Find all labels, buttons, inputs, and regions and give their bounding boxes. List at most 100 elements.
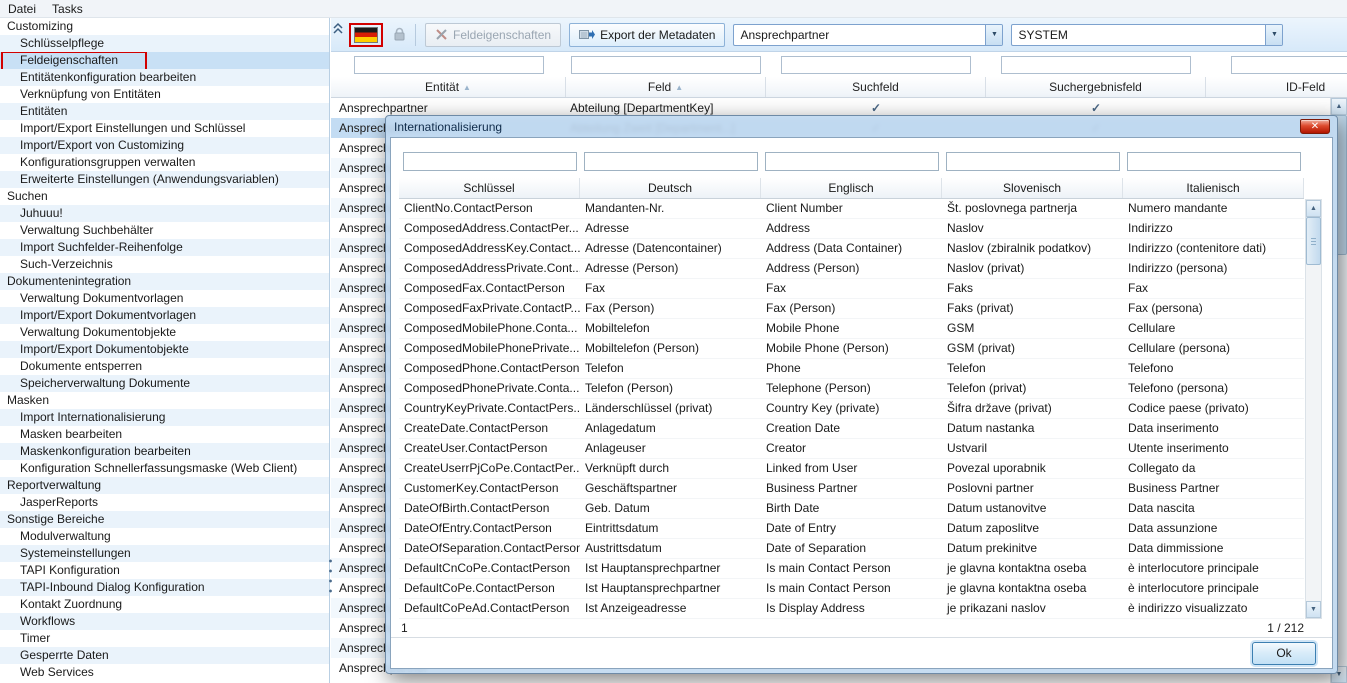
sidebar-item-verknüpfung-von-entitäten[interactable]: Verknüpfung von Entitäten — [0, 86, 329, 103]
close-button[interactable]: ✕ — [1300, 119, 1330, 134]
ok-button[interactable]: Ok — [1252, 642, 1316, 665]
lock-icon[interactable] — [393, 27, 406, 42]
dialog-row[interactable]: ComposedAddressPrivate.Cont...Adresse (P… — [399, 259, 1304, 279]
sidebar-item-reportverwaltung[interactable]: Reportverwaltung — [0, 477, 329, 494]
scrollbar-thumb[interactable] — [1306, 217, 1321, 265]
sidebar-item-speicherverwaltung-dokumente[interactable]: Speicherverwaltung Dokumente — [0, 375, 329, 392]
sidebar-item-entitäten[interactable]: Entitäten — [0, 103, 329, 120]
sidebar-collapse-button[interactable] — [332, 21, 344, 37]
dialog-vertical-scrollbar[interactable]: ▲ ▼ — [1305, 199, 1322, 619]
dialog-column-deutsch[interactable]: Deutsch — [580, 178, 761, 198]
sidebar-item-feldeigenschaften[interactable]: Feldeigenschaften — [0, 52, 329, 69]
dialog-filter-input-schluessel[interactable] — [403, 152, 577, 171]
sidebar-item-maskenkonfiguration-bearbeiten[interactable]: Maskenkonfiguration bearbeiten — [0, 443, 329, 460]
dialog-row[interactable]: CreateDate.ContactPersonAnlagedatumCreat… — [399, 419, 1304, 439]
feldeigenschaften-button[interactable]: Feldeigenschaften — [425, 23, 561, 47]
sidebar-item-kontakt-zuordnung[interactable]: Kontakt Zuordnung — [0, 596, 329, 613]
dialog-row[interactable]: ComposedPhone.ContactPersonTelefonPhoneT… — [399, 359, 1304, 379]
sidebar-item-verwaltung-dokumentobjekte[interactable]: Verwaltung Dokumentobjekte — [0, 324, 329, 341]
chevron-down-icon[interactable]: ▼ — [1265, 25, 1282, 45]
menu-item-datei[interactable]: Datei — [0, 1, 44, 17]
sidebar-item-dokumente-entsperren[interactable]: Dokumente entsperren — [0, 358, 329, 375]
sidebar-item-entitätenkonfiguration-bearbeiten[interactable]: Entitätenkonfiguration bearbeiten — [0, 69, 329, 86]
sidebar-item-konfiguration-schnellerfassungsmaske-web-client[interactable]: Konfiguration Schnellerfassungsmaske (We… — [0, 460, 329, 477]
sidebar-item-masken[interactable]: Masken — [0, 392, 329, 409]
dialog-row[interactable]: ComposedFax.ContactPersonFaxFaxFaksFax — [399, 279, 1304, 299]
sidebar-item-tapi-konfiguration[interactable]: TAPI Konfiguration — [0, 562, 329, 579]
export-metadata-button[interactable]: Export der Metadaten — [569, 23, 725, 47]
sidebar-item-such-verzeichnis[interactable]: Such-Verzeichnis — [0, 256, 329, 273]
dialog-filter-input-englisch[interactable] — [765, 152, 939, 171]
sidebar-item-jasperreports[interactable]: JasperReports — [0, 494, 329, 511]
dialog-filter-input-italienisch[interactable] — [1127, 152, 1301, 171]
sidebar-item-import-export-dokumentvorlagen[interactable]: Import/Export Dokumentvorlagen — [0, 307, 329, 324]
sidebar-item-schlüsselpflege[interactable]: Schlüsselpflege — [0, 35, 329, 52]
dialog-row[interactable]: ClientNo.ContactPersonMandanten-Nr.Clien… — [399, 199, 1304, 219]
column-header-suchergebnisfeld[interactable]: Suchergebnisfeld — [986, 77, 1206, 97]
dialog-filter-input-deutsch[interactable] — [584, 152, 758, 171]
sidebar-item-import-internationalisierung[interactable]: Import Internationalisierung — [0, 409, 329, 426]
dialog-row[interactable]: DateOfBirth.ContactPersonGeb. DatumBirth… — [399, 499, 1304, 519]
sidebar-item-masken-bearbeiten[interactable]: Masken bearbeiten — [0, 426, 329, 443]
filter-input-suchfeld[interactable] — [781, 56, 971, 74]
dialog-row[interactable]: ComposedFaxPrivate.ContactP...Fax (Perso… — [399, 299, 1304, 319]
sidebar-item-suchen[interactable]: Suchen — [0, 188, 329, 205]
column-header-feld[interactable]: Feld ▲ — [566, 77, 766, 97]
sidebar-item-konfigurationsgruppen-verwalten[interactable]: Konfigurationsgruppen verwalten — [0, 154, 329, 171]
dialog-row[interactable]: DateOfEntry.ContactPersonEintrittsdatumD… — [399, 519, 1304, 539]
dialog-row[interactable]: DefaultCnCoPe.ContactPersonIst Hauptansp… — [399, 559, 1304, 579]
scroll-up-icon[interactable]: ▲ — [1306, 200, 1321, 217]
filter-input-entitaet[interactable] — [354, 56, 544, 74]
dialog-title-bar[interactable]: Internationalisierung — [386, 116, 1337, 137]
sidebar-item-juhuuu[interactable]: Juhuuu! — [0, 205, 329, 222]
sidebar-item-workflows[interactable]: Workflows — [0, 613, 329, 630]
dialog-column-italienisch[interactable]: Italienisch — [1123, 178, 1304, 198]
sidebar-item-timer[interactable]: Timer — [0, 630, 329, 647]
user-combobox[interactable]: SYSTEM ▼ — [1011, 24, 1283, 46]
sidebar-item-systemeinstellungen[interactable]: Systemeinstellungen — [0, 545, 329, 562]
splitter-grip-handle[interactable] — [328, 556, 333, 596]
scroll-down-icon[interactable]: ▼ — [1306, 601, 1321, 618]
sidebar-item-customizing[interactable]: Customizing — [0, 18, 329, 35]
dialog-row[interactable]: CreateUserrPjCoPe.ContactPer...Verknüpft… — [399, 459, 1304, 479]
dialog-row[interactable]: ComposedAddressKey.Contact...Adresse (Da… — [399, 239, 1304, 259]
dialog-filter-input-slovenisch[interactable] — [946, 152, 1120, 171]
dialog-column-englisch[interactable]: Englisch — [761, 178, 942, 198]
dialog-row[interactable]: DateOfSeparation.ContactPersonAustrittsd… — [399, 539, 1304, 559]
chevron-down-icon[interactable]: ▼ — [985, 25, 1002, 45]
filter-input-feld[interactable] — [571, 56, 761, 74]
filter-input-suchergebnisfeld[interactable] — [1001, 56, 1191, 74]
menu-item-tasks[interactable]: Tasks — [44, 1, 91, 17]
dialog-row[interactable]: DefaultCoPeAd.ContactPersonIst Anzeigead… — [399, 599, 1304, 619]
sidebar-item-sonstige-bereiche[interactable]: Sonstige Bereiche — [0, 511, 329, 528]
sidebar-item-import-export-einstellungen-und-schlüssel[interactable]: Import/Export Einstellungen und Schlüsse… — [0, 120, 329, 137]
sidebar-item-gesperrte-daten[interactable]: Gesperrte Daten — [0, 647, 329, 664]
sidebar-item-verwaltung-suchbehälter[interactable]: Verwaltung Suchbehälter — [0, 222, 329, 239]
dialog-row[interactable]: ComposedAddress.ContactPer...AdresseAddr… — [399, 219, 1304, 239]
dialog-row[interactable]: CustomerKey.ContactPersonGeschäftspartne… — [399, 479, 1304, 499]
sidebar-item-erweiterte-einstellungen-anwendungsvariablen[interactable]: Erweiterte Einstellungen (Anwendungsvari… — [0, 171, 329, 188]
sidebar-item-verwaltung-dokumentvorlagen[interactable]: Verwaltung Dokumentvorlagen — [0, 290, 329, 307]
sidebar-item-import-export-dokumentobjekte[interactable]: Import/Export Dokumentobjekte — [0, 341, 329, 358]
column-header-id-feld[interactable]: ID-Feld — [1206, 77, 1347, 97]
dialog-row[interactable]: ComposedPhonePrivate.Conta...Telefon (Pe… — [399, 379, 1304, 399]
dialog-row[interactable]: CreateUser.ContactPersonAnlageuserCreato… — [399, 439, 1304, 459]
column-header-suchfeld[interactable]: Suchfeld — [766, 77, 986, 97]
dialog-row[interactable]: ComposedMobilePhonePrivate...Mobiltelefo… — [399, 339, 1304, 359]
dialog-row[interactable]: CountryKeyPrivate.ContactPers...Ländersc… — [399, 399, 1304, 419]
scroll-up-icon[interactable]: ▲ — [1331, 98, 1347, 115]
sidebar-item-modulverwaltung[interactable]: Modulverwaltung — [0, 528, 329, 545]
dialog-column-schluessel[interactable]: Schlüssel — [399, 178, 580, 198]
sidebar-item-import-suchfelder-reihenfolge[interactable]: Import Suchfelder-Reihenfolge — [0, 239, 329, 256]
filter-input-id-feld[interactable] — [1231, 56, 1347, 74]
dialog-row[interactable]: ComposedMobilePhone.Conta...Mobiltelefon… — [399, 319, 1304, 339]
dialog-row[interactable]: DefaultCoPe.ContactPersonIst Hauptanspre… — [399, 579, 1304, 599]
sidebar-item-import-export-von-customizing[interactable]: Import/Export von Customizing — [0, 137, 329, 154]
sidebar-item-dokumentenintegration[interactable]: Dokumentenintegration — [0, 273, 329, 290]
column-header-entitaet[interactable]: Entität ▲ — [331, 77, 566, 97]
sidebar-item-tapi-inbound-dialog-konfiguration[interactable]: TAPI-Inbound Dialog Konfiguration — [0, 579, 329, 596]
sidebar-item-web-services[interactable]: Web Services — [0, 664, 329, 681]
entity-combobox[interactable]: Ansprechpartner ▼ — [733, 24, 1003, 46]
dialog-column-slovenisch[interactable]: Slovenisch — [942, 178, 1123, 198]
german-flag-icon[interactable] — [354, 27, 378, 43]
